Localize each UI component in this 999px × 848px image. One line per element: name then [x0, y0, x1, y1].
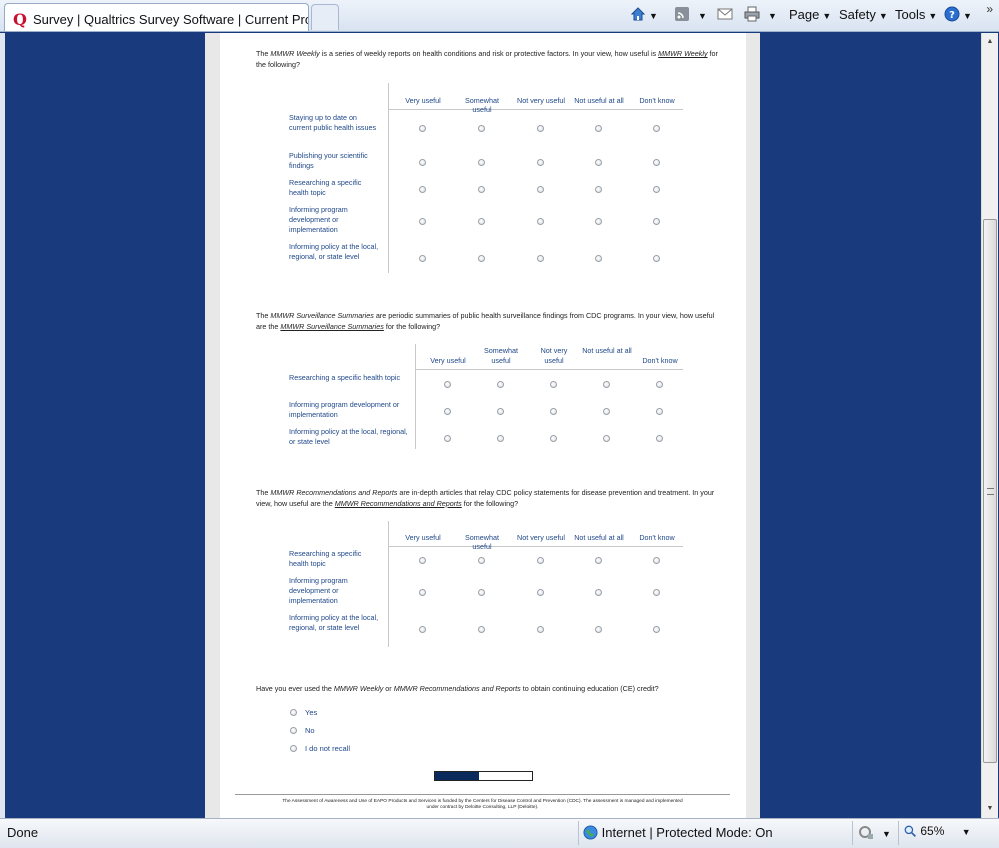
q3-radio-button[interactable]: [419, 588, 426, 596]
q3-radio-button[interactable]: [478, 588, 485, 596]
q3-column-header: Not very useful: [517, 532, 565, 542]
progress-bar: [434, 771, 533, 781]
svg-text:?: ?: [949, 10, 955, 21]
q3-radio-button[interactable]: [653, 556, 660, 564]
q3-radio-button[interactable]: [537, 626, 544, 633]
q4-radio-not-recall[interactable]: [290, 745, 297, 752]
home-icon: [630, 7, 646, 21]
q4-radio-no[interactable]: [290, 727, 297, 734]
scroll-down-arrow[interactable]: ▼: [982, 800, 998, 817]
q3-radio-button[interactable]: [595, 588, 602, 596]
status-bar: Done Internet | Protected Mode: On ▼ 65%…: [0, 818, 999, 848]
q3-radio-button[interactable]: [537, 588, 544, 596]
feeds-button[interactable]: ▼: [674, 5, 707, 25]
tools-menu-label: Tools: [895, 7, 926, 22]
more-commands-chevron[interactable]: »: [986, 2, 993, 16]
q3-row-label: Informing policy at the local, regional,…: [289, 613, 379, 632]
q4-radio-yes[interactable]: [290, 709, 297, 716]
status-divider: [898, 821, 899, 845]
security-zone-label: Internet | Protected Mode: On: [601, 825, 773, 840]
status-text: Done: [7, 825, 39, 840]
active-tab[interactable]: Q Survey | Qualtrics Survey Software | Cu…: [4, 3, 309, 31]
security-zone[interactable]: Internet | Protected Mode: On: [583, 825, 773, 840]
home-button[interactable]: ▼: [630, 5, 658, 25]
q3-column-header: Not useful at all: [574, 532, 624, 542]
q3-header-divider: [388, 546, 683, 547]
q3-radio-button[interactable]: [653, 626, 660, 633]
q3-row-label: Researching a specific health topic: [289, 549, 362, 568]
scroll-grip: [987, 488, 994, 495]
footer-text: The Assessment of Awareness and Use of E…: [282, 799, 683, 810]
browser-tab-bar: Q Survey | Qualtrics Survey Software | Cu…: [0, 0, 999, 32]
page-menu-label: Page: [789, 7, 820, 22]
q4-choice-yes[interactable]: Yes: [305, 708, 317, 718]
q3-radio-button[interactable]: [595, 556, 602, 564]
survey-page: The MMWR Weekly is a series of weekly re…: [220, 33, 746, 818]
q3-row-label: Informing program development or impleme…: [289, 576, 348, 605]
qualtrics-logo-icon: Q: [13, 10, 27, 29]
status-divider: [852, 821, 853, 845]
zoom-icon: [904, 825, 916, 837]
q3-label-divider: [388, 521, 389, 647]
right-side-panel: [760, 33, 981, 818]
q3-column-header: Very useful: [405, 532, 441, 542]
rss-feeds-icon: [675, 7, 689, 21]
read-mail-button[interactable]: [717, 5, 733, 25]
q3-matrix: Very useful Somewhat useful Not very usefu…: [220, 33, 746, 673]
scroll-thumb[interactable]: [983, 219, 997, 763]
q4-question-text: Have you ever used the MMWR Weekly or MM…: [256, 684, 659, 693]
q4-choice-no[interactable]: No: [305, 726, 315, 736]
page-viewport: The MMWR Weekly is a series of weekly re…: [0, 33, 981, 818]
scroll-up-arrow[interactable]: ▲: [982, 33, 998, 50]
tab-title: Survey | Qualtrics Survey Software | Cur…: [32, 12, 309, 27]
q3-column-header: Don't know: [639, 532, 675, 542]
q3-radio-button[interactable]: [478, 626, 485, 633]
q3-radio-button[interactable]: [595, 626, 602, 633]
add-on-button[interactable]: ▼: [858, 824, 891, 840]
safety-menu-label: Safety: [839, 7, 876, 22]
footer-divider: [235, 794, 730, 795]
q3-radio-button[interactable]: [537, 556, 544, 564]
q3-radio-button[interactable]: [419, 626, 426, 633]
vertical-scrollbar[interactable]: ▲ ▼: [981, 33, 998, 818]
right-gutter: [746, 33, 760, 818]
q3-radio-button[interactable]: [419, 556, 426, 564]
left-gutter: [205, 33, 220, 818]
globe-icon: [583, 825, 598, 840]
status-divider: [578, 821, 579, 845]
read-mail-icon: [717, 8, 733, 20]
tools-menu[interactable]: Tools ▼: [895, 5, 937, 25]
zoom-control[interactable]: 65% ▼: [904, 824, 971, 838]
add-on-icon: [859, 826, 873, 839]
left-side-panel: [5, 33, 205, 818]
print-icon: [744, 6, 760, 22]
new-tab-button[interactable]: [311, 4, 339, 30]
safety-menu[interactable]: Safety ▼: [839, 5, 888, 25]
page-menu[interactable]: Page ▼: [789, 5, 831, 25]
q4-choice-not-recall[interactable]: I do not recall: [305, 744, 350, 754]
q3-column-header: Somewhat useful: [465, 532, 499, 552]
zoom-level: 65%: [920, 824, 945, 838]
q3-radio-button[interactable]: [478, 556, 485, 564]
help-menu[interactable]: ? ▼: [944, 5, 972, 25]
print-button[interactable]: ▼: [744, 5, 777, 25]
q3-radio-button[interactable]: [653, 588, 660, 596]
progress-bar-fill: [435, 772, 479, 780]
help-icon: ?: [944, 6, 960, 22]
